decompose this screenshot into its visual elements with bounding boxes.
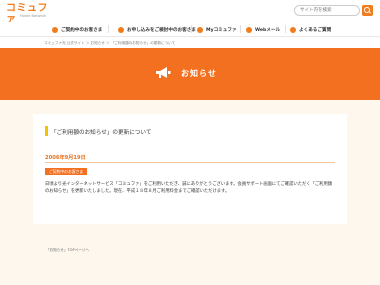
notice-title: 「ご利用額のお知らせ」の更新について xyxy=(51,130,152,136)
banner-heading: お知らせ xyxy=(155,66,217,80)
breadcrumb[interactable]: コミュファ光 公式サイト ＞ お知らせ ＞ 「ご利用額のお知らせ」の更新について xyxy=(44,41,175,46)
nav-label: Myコミュファ xyxy=(206,27,237,33)
mail-icon xyxy=(246,26,252,33)
nav-divider-line xyxy=(0,36,380,37)
application-icon xyxy=(118,26,124,33)
logo[interactable]: コミュファ Home Network xyxy=(6,3,54,25)
notice-card: 「ご利用額のお知らせ」の更新について 2006年9月19日 ご契約中のお客さま … xyxy=(33,114,347,224)
nav-divider xyxy=(108,25,109,33)
question-icon xyxy=(290,26,296,33)
nav-item-webmail[interactable]: Webメール xyxy=(246,25,280,34)
nav-label: Webメール xyxy=(255,27,281,33)
category-badge: ご契約中のお客さま xyxy=(45,168,88,175)
nav-divider xyxy=(240,25,241,33)
search-icon[interactable] xyxy=(362,5,373,16)
megaphone-icon xyxy=(155,66,171,80)
main-nav: ご契約中のお客さま お申し込みをご検討中のお客さま Myコミュファ Webメール… xyxy=(0,22,380,36)
back-to-news-link[interactable]: 「お知らせ」TOPページへ xyxy=(46,248,89,253)
page-title: お知らせ xyxy=(181,68,217,78)
title-accent-bar xyxy=(45,126,48,136)
nav-label: よくあるご質問 xyxy=(299,27,332,33)
nav-label: お申し込みをご検討中のお客さま xyxy=(127,27,196,33)
nav-label: ご契約中のお客さま xyxy=(61,27,103,33)
nav-divider xyxy=(191,25,192,33)
nav-item-prospective-customers[interactable]: お申し込みをご検討中のお客さま xyxy=(118,25,196,34)
nav-divider xyxy=(285,25,286,33)
header: コミュファ Home Network xyxy=(0,0,380,25)
my-page-icon xyxy=(197,26,203,33)
search-input[interactable] xyxy=(294,5,360,16)
divider xyxy=(45,162,335,163)
logo-sub: Home Network xyxy=(20,14,47,18)
user-icon xyxy=(52,26,58,33)
nav-item-my-commufa[interactable]: Myコミュファ xyxy=(197,25,237,34)
notice-body: 日頃より光インターネットサービス「コミュファ」をご利用いただき、誠にありがとうご… xyxy=(45,182,333,194)
notice-date: 2006年9月19日 xyxy=(45,155,86,161)
nav-item-current-customers[interactable]: ご契約中のお客さま xyxy=(52,25,102,34)
nav-item-faq[interactable]: よくあるご質問 xyxy=(290,25,331,34)
page-banner: お知らせ xyxy=(0,48,380,100)
